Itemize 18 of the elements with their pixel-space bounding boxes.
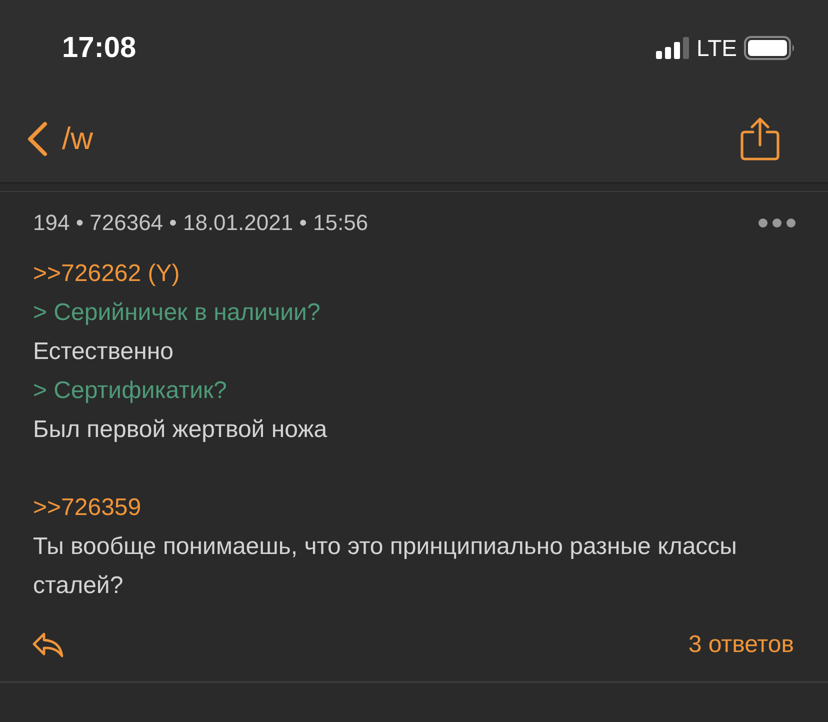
reply-icon[interactable] (32, 632, 64, 658)
network-label: LTE (696, 34, 737, 62)
quote-text: > Сертификатик? (33, 376, 228, 406)
reply-link[interactable]: >>726262 (Y) (33, 254, 753, 293)
battery-icon (744, 36, 796, 60)
post-text: Естественно (33, 337, 174, 367)
back-button[interactable]: /w (26, 121, 93, 157)
status-time: 17:08 (62, 32, 136, 64)
more-icon[interactable] (758, 218, 796, 228)
quote-text: > Серийничек в наличии? (33, 298, 322, 328)
reply-link[interactable]: >>726359 (33, 488, 753, 527)
replies-link[interactable]: 3 ответов (688, 631, 794, 659)
chevron-left-icon (26, 121, 48, 157)
post-meta: 194 • 726364 • 18.01.2021 • 15:56 (33, 210, 368, 236)
post-text: Ты вообще понимаешь, что это принципиально разные классы сталей? (33, 532, 738, 601)
post-text: Был первой жертвой ножа (33, 415, 328, 445)
share-icon[interactable] (740, 117, 780, 161)
signal-icon (656, 37, 690, 59)
